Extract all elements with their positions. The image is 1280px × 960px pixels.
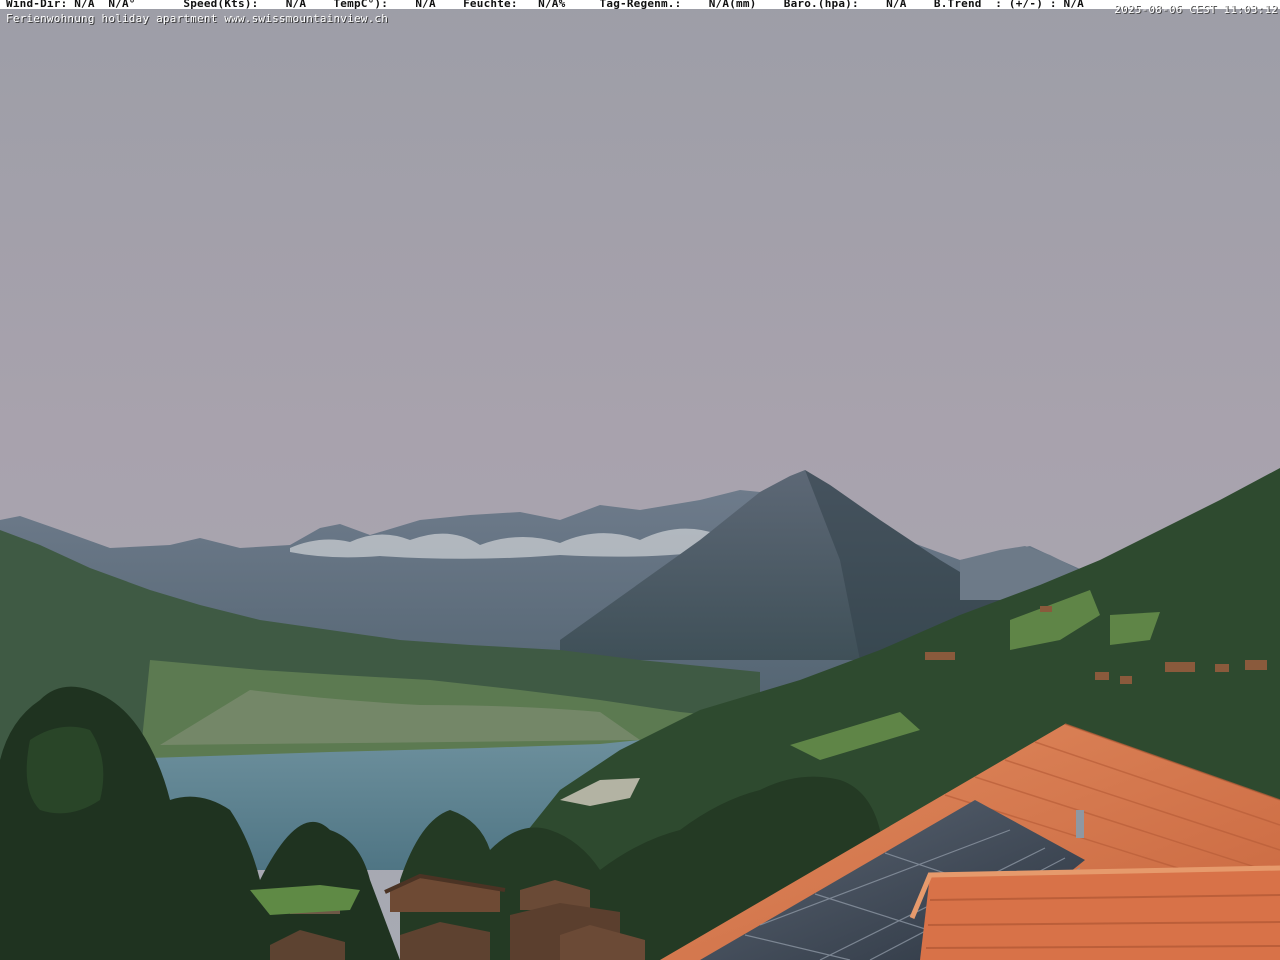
roof-vent-pipe	[1076, 810, 1084, 838]
landscape-scene	[0, 0, 1280, 960]
webcam-image: Wind-Dir: N/A N/A° Speed(Kts): N/A TempC…	[0, 0, 1280, 960]
left-tree-highlights	[26, 726, 104, 814]
timestamp: 2025-08-06 CEST 11:03:12	[1114, 3, 1278, 16]
caption-text: Ferienwohnung holiday apartment www.swis…	[6, 12, 389, 25]
weather-readout: Wind-Dir: N/A N/A° Speed(Kts): N/A TempC…	[6, 0, 1084, 10]
